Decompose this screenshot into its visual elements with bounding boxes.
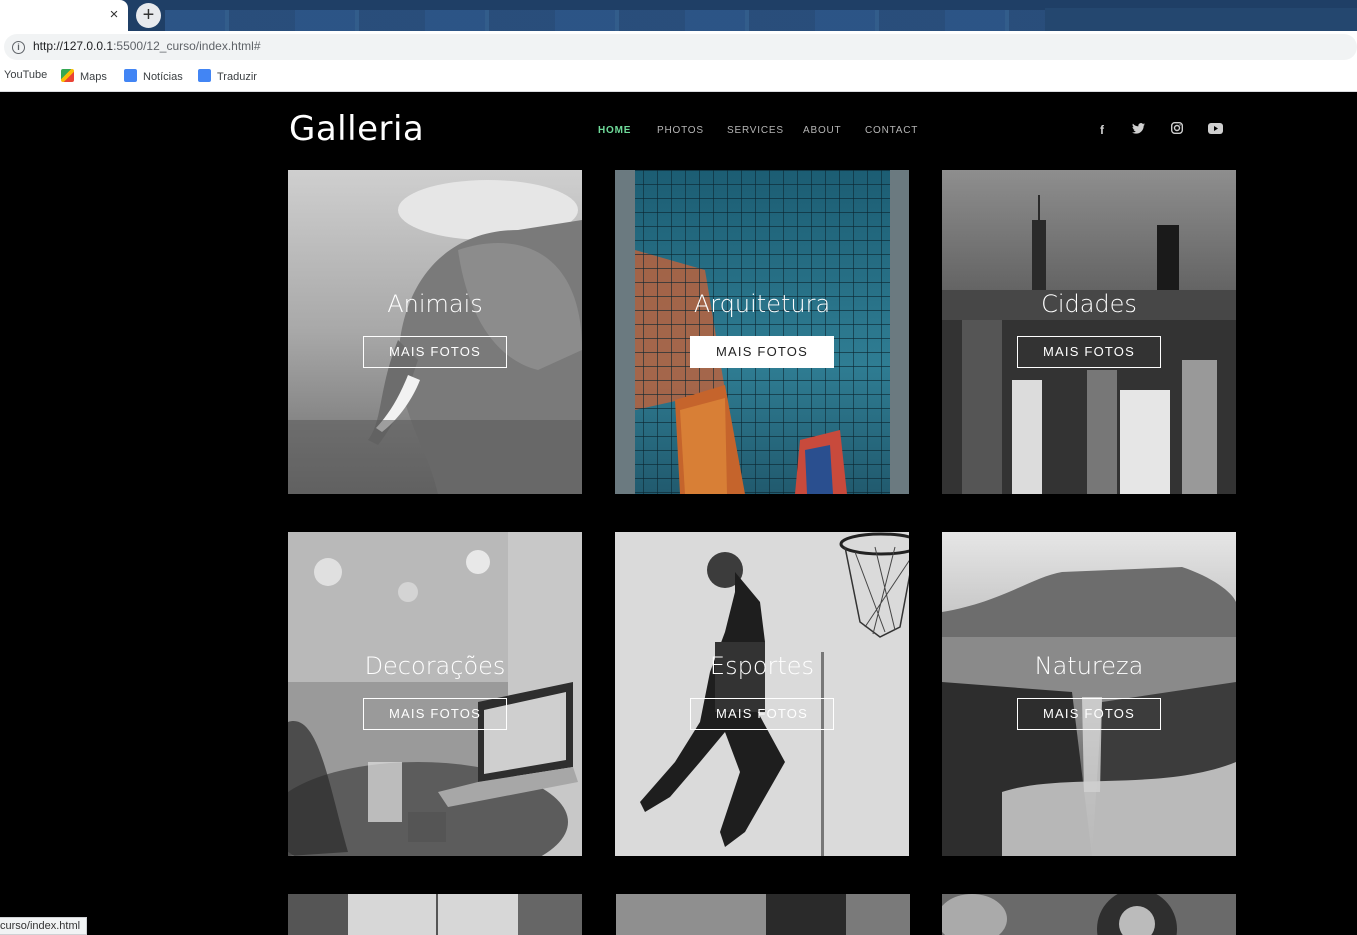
browser-tabstrip: × + [0,0,1357,31]
active-tab[interactable]: × [0,0,128,31]
bookmark-label: Maps [80,71,107,83]
mais-fotos-button[interactable]: MAIS FOTOS [690,336,834,368]
mais-fotos-button[interactable]: MAIS FOTOS [1017,698,1161,730]
nav-photos[interactable]: PHOTOS [657,125,704,136]
gallery-card-natureza[interactable]: Natureza MAIS FOTOS [942,532,1236,856]
forest-photo [288,894,582,935]
card-title: Natureza [1034,652,1144,680]
gallery-card-esportes[interactable]: Esportes MAIS FOTOS [615,532,909,856]
url-path: :5500/12_curso/index.html# [113,39,261,53]
mais-fotos-button[interactable]: MAIS FOTOS [1017,336,1161,368]
background-tabs-right[interactable] [1045,8,1357,31]
nav-services[interactable]: SERVICES [727,125,784,136]
url-input[interactable]: i http://127.0.0.1:5500/12_curso/index.h… [4,34,1357,60]
portrait-photo [616,894,910,935]
translate-icon [198,69,211,82]
info-icon[interactable]: i [12,41,25,54]
twitter-icon[interactable] [1130,122,1146,138]
card-title: Decorações [364,652,506,680]
youtube-icon[interactable] [1207,122,1223,138]
page-content: Galleria HOME PHOTOS SERVICES ABOUT CONT… [0,93,1357,935]
basketball-photo [615,532,909,856]
bookmark-label: YouTube [4,69,48,81]
elephant-photo [288,170,582,494]
mais-fotos-button[interactable]: MAIS FOTOS [690,698,834,730]
bookmark-traduzir[interactable]: Traduzir [198,69,257,83]
background-tabs[interactable] [165,10,1045,31]
bookmark-noticias[interactable]: Notícias [124,69,183,83]
bookmark-maps[interactable]: Maps [61,69,107,83]
card-title: Esportes [709,652,815,680]
laptop-table-photo [288,532,582,856]
nav-home[interactable]: HOME [598,125,631,136]
gallery-card-arquitetura[interactable]: Arquitetura MAIS FOTOS [615,170,909,494]
mais-fotos-button[interactable]: MAIS FOTOS [363,698,507,730]
card-title: Arquitetura [693,290,831,318]
facebook-icon[interactable]: f [1094,122,1110,138]
gallery-card-row3-1[interactable] [288,894,582,935]
card-title: Cidades [1041,290,1137,318]
bookmark-label: Notícias [143,71,183,83]
instagram-icon[interactable] [1169,121,1185,138]
url-host: http://127.0.0.1 [33,39,114,53]
gallery-card-cidades[interactable]: Cidades MAIS FOTOS [942,170,1236,494]
mais-fotos-button[interactable]: MAIS FOTOS [363,336,507,368]
address-bar: i http://127.0.0.1:5500/12_curso/index.h… [0,31,1357,63]
landscape-photo [942,532,1236,856]
gallery-card-row3-3[interactable] [942,894,1236,935]
status-bar-url: curso/index.html [0,917,88,935]
news-icon [124,69,137,82]
building-photo [615,170,909,494]
bookmarks-bar: YouTube Maps Notícias Traduzir [0,63,1357,92]
bookmark-youtube[interactable]: YouTube [4,69,47,81]
nav-about[interactable]: ABOUT [803,125,841,136]
gallery-card-animais[interactable]: Animais MAIS FOTOS [288,170,582,494]
close-icon[interactable]: × [106,6,122,24]
bookmark-label: Traduzir [217,71,257,83]
city-photo [942,170,1236,494]
url-text: http://127.0.0.1:5500/12_curso/index.htm… [33,39,261,53]
gallery-card-decoracoes[interactable]: Decorações MAIS FOTOS [288,532,582,856]
food-photo [942,894,1236,935]
site-logo[interactable]: Galleria [289,109,424,149]
new-tab-button[interactable]: + [136,3,161,28]
nav-contact[interactable]: CONTACT [865,125,918,136]
maps-icon [61,69,74,82]
gallery-card-row3-2[interactable] [616,894,910,935]
card-title: Animais [387,290,483,318]
